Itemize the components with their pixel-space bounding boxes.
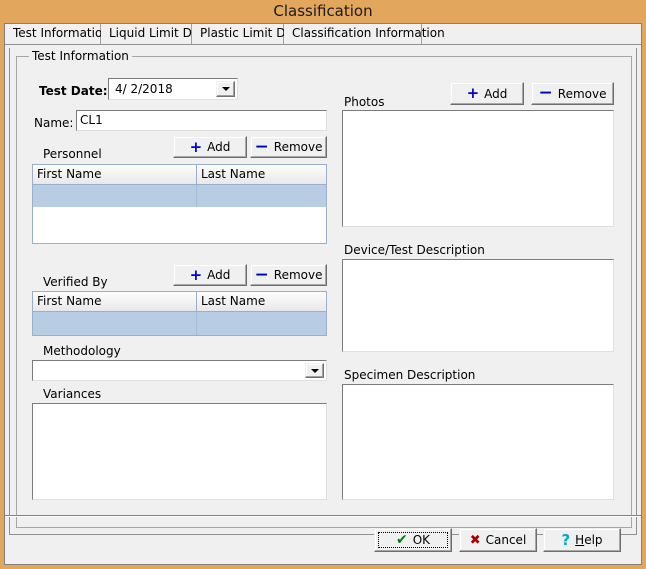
- name-label: Name:: [34, 116, 73, 130]
- ok-button[interactable]: ✔ OK: [374, 528, 452, 552]
- help-button[interactable]: ? Help: [543, 528, 621, 552]
- title-bar: Classification: [0, 0, 646, 23]
- dialog-window: Classification Test Information Liquid L…: [0, 0, 646, 569]
- device-test-description-label: Device/Test Description: [344, 243, 485, 257]
- personnel-col-last-name: Last Name: [196, 165, 327, 184]
- methodology-select[interactable]: [32, 360, 327, 381]
- test-date-value: 4/ 2/2018: [115, 82, 173, 96]
- tab-test-information[interactable]: Test Information: [5, 24, 101, 44]
- personnel-grid[interactable]: First Name Last Name: [32, 164, 327, 244]
- table-row[interactable]: [33, 185, 326, 207]
- personnel-add-label: Add: [207, 140, 230, 154]
- tab-label: Classification Information: [292, 26, 445, 40]
- group-test-information: Test Information Test Date: 4/ 2/2018 Na…: [16, 56, 632, 528]
- photos-label: Photos: [344, 95, 384, 109]
- device-test-description-textarea[interactable]: [342, 259, 614, 352]
- plus-icon: +: [467, 86, 480, 101]
- plus-icon: +: [190, 140, 203, 155]
- cancel-label: Cancel: [486, 533, 527, 547]
- verified-by-col-last-name: Last Name: [196, 292, 327, 311]
- methodology-label: Methodology: [43, 344, 121, 358]
- tab-classification-information[interactable]: Classification Information: [284, 24, 422, 44]
- personnel-grid-empty-area[interactable]: [33, 207, 326, 243]
- test-date-picker[interactable]: 4/ 2/2018: [108, 78, 238, 100]
- minus-icon: −: [255, 267, 269, 284]
- personnel-row-separator: [196, 185, 197, 207]
- verified-by-remove-button[interactable]: − Remove: [250, 264, 327, 286]
- ok-focus-ring: [378, 532, 448, 548]
- question-icon: ?: [561, 533, 570, 548]
- verified-by-grid-header: First Name Last Name: [33, 292, 326, 312]
- photos-remove-button[interactable]: − Remove: [531, 82, 614, 105]
- photos-add-label: Add: [484, 87, 507, 101]
- test-date-label: Test Date:: [39, 84, 108, 98]
- plus-icon: +: [190, 268, 203, 283]
- verified-by-remove-label: Remove: [274, 268, 323, 282]
- tab-underline: [5, 44, 641, 45]
- name-input[interactable]: CL1: [76, 110, 327, 131]
- variances-textarea[interactable]: [32, 403, 327, 500]
- name-input-value: CL1: [80, 113, 103, 127]
- variances-label: Variances: [43, 387, 101, 401]
- personnel-remove-label: Remove: [274, 140, 323, 154]
- minus-icon: −: [255, 139, 269, 156]
- chevron-down-icon[interactable]: [216, 81, 235, 97]
- help-label-rest: elp: [584, 533, 602, 547]
- footer-separator: [5, 515, 641, 517]
- chevron-down-icon[interactable]: [305, 363, 324, 378]
- photos-add-button[interactable]: + Add: [450, 82, 524, 105]
- tab-plastic-limit-data[interactable]: Plastic Limit Data: [192, 24, 284, 44]
- help-label-mnemonic: H: [575, 533, 584, 547]
- tab-strip: Test Information Liquid Limit Data Plast…: [5, 24, 641, 44]
- photos-list[interactable]: [342, 110, 614, 227]
- verified-by-col-first-name: First Name: [33, 292, 196, 311]
- personnel-add-button[interactable]: + Add: [173, 136, 247, 158]
- verified-by-label: Verified By: [43, 275, 108, 289]
- personnel-remove-button[interactable]: − Remove: [250, 136, 327, 158]
- tab-page-test-information: Test Information Test Date: 4/ 2/2018 Na…: [9, 48, 637, 535]
- personnel-col-first-name: First Name: [33, 165, 196, 184]
- dialog-client-area: Test Information Liquid Limit Data Plast…: [4, 23, 642, 565]
- minus-icon: −: [539, 85, 553, 102]
- specimen-description-textarea[interactable]: [342, 384, 614, 500]
- x-icon: ✖: [470, 534, 481, 547]
- photos-remove-label: Remove: [558, 87, 607, 101]
- verified-by-add-label: Add: [207, 268, 230, 282]
- verified-by-add-button[interactable]: + Add: [173, 264, 247, 286]
- verified-by-grid[interactable]: First Name Last Name: [32, 291, 327, 336]
- cancel-button[interactable]: ✖ Cancel: [459, 528, 537, 552]
- verified-by-row-separator: [196, 312, 197, 335]
- personnel-label: Personnel: [43, 147, 102, 161]
- group-title: Test Information: [29, 49, 132, 63]
- window-title: Classification: [273, 2, 372, 20]
- personnel-grid-header: First Name Last Name: [33, 165, 326, 185]
- tab-label: Test Information: [13, 26, 110, 40]
- tab-liquid-limit-data[interactable]: Liquid Limit Data: [101, 24, 192, 44]
- table-row[interactable]: [33, 312, 326, 335]
- specimen-description-label: Specimen Description: [344, 368, 475, 382]
